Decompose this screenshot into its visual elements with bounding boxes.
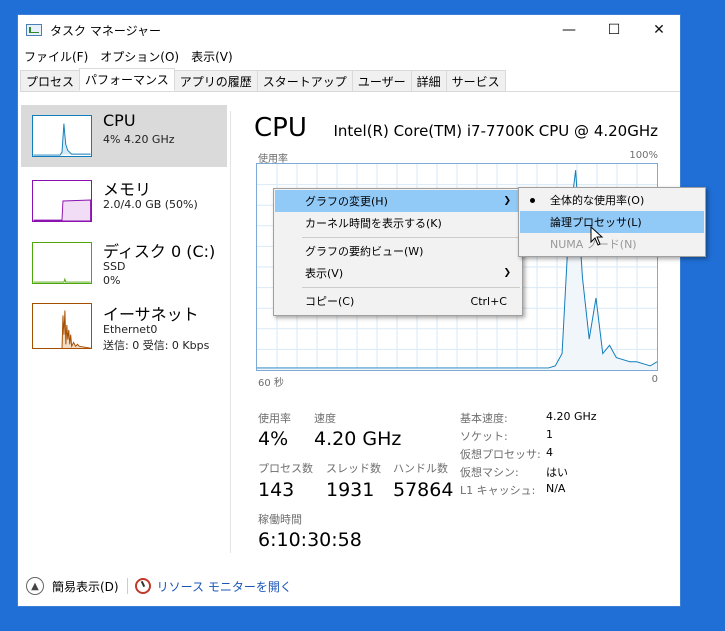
menu-view[interactable]: 表示(V) (185, 48, 239, 65)
menu-item-graph-summary-view[interactable]: グラフの要約ビュー(W) (275, 240, 521, 262)
submenu-item-logical-processors[interactable]: 論理プロセッサ(L) (520, 211, 704, 233)
menu-item-show-kernel-times-label: カーネル時間を表示する(K) (305, 217, 442, 230)
tab-performance[interactable]: パフォーマンス (79, 68, 175, 91)
chevron-up-icon[interactable]: ▲ (26, 577, 44, 595)
virtual-machine-value: はい (546, 466, 568, 479)
window-title: タスク マネージャー (50, 23, 161, 38)
menu-item-graph-summary-view-label: グラフの要約ビュー(W) (305, 245, 424, 258)
open-resource-monitor-link[interactable]: リソース モニターを開く (157, 578, 292, 595)
sidebar-item-cpu[interactable]: CPU 4% 4.20 GHz (21, 105, 227, 167)
cpu-detail-panel: CPU Intel(R) Core(TM) i7-7700K CPU @ 4.2… (254, 101, 664, 561)
sidebar-cpu-usage: 4% 4.20 GHz (103, 133, 175, 146)
speed-value: 4.20 GHz (314, 428, 402, 450)
tab-startup[interactable]: スタートアップ (256, 70, 353, 91)
menu-item-copy-shortcut: Ctrl+C (470, 294, 507, 308)
sidebar-disk-type: SSD (103, 260, 126, 273)
tab-processes[interactable]: プロセス (20, 70, 81, 91)
ethernet-thumbnail-graph (32, 303, 92, 349)
handles-value: 57864 (393, 479, 454, 501)
submenu-item-numa-nodes[interactable]: NUMA ノード(N) (520, 233, 704, 255)
task-manager-icon (26, 24, 42, 36)
sidebar-cpu-title: CPU (103, 111, 136, 130)
sockets-label: ソケット: (460, 430, 508, 443)
context-menu: グラフの変更(H) ❯ カーネル時間を表示する(K) グラフの要約ビュー(W) … (273, 188, 523, 316)
cpu-model-name: Intel(R) Core(TM) i7-7700K CPU @ 4.20GHz (333, 122, 658, 140)
menu-item-change-graph-label: グラフの変更(H) (305, 195, 388, 208)
menu-item-copy[interactable]: コピー(C) Ctrl+C (275, 290, 521, 312)
bottom-bar: ▲ 簡易表示(D) リソース モニターを開く (18, 566, 680, 606)
radio-bullet-icon (530, 197, 535, 203)
submenu-arrow-icon: ❯ (503, 268, 511, 278)
page-title: CPU (254, 113, 307, 143)
sidebar-memory-usage: 2.0/4.0 GB (50%) (103, 198, 198, 211)
menu-item-show-kernel-times[interactable]: カーネル時間を表示する(K) (275, 212, 521, 234)
uptime-label: 稼働時間 (258, 513, 302, 526)
handles-label: ハンドル数 (393, 462, 448, 475)
sidebar-disk-usage: 0% (103, 274, 121, 287)
memory-thumbnail-graph (32, 180, 92, 222)
usage-label: 使用率 (258, 412, 291, 425)
menu-bar: ファイル(F) オプション(O) 表示(V) (18, 46, 239, 66)
base-speed-label: 基本速度: (460, 412, 508, 425)
submenu-arrow-icon: ❯ (503, 196, 511, 206)
fewer-details-button[interactable]: 簡易表示(D) (52, 578, 119, 595)
title-bar[interactable]: タスク マネージャー — ☐ ✕ (18, 15, 680, 45)
panel-divider (230, 111, 231, 553)
menu-separator (302, 287, 520, 288)
menu-options[interactable]: オプション(O) (94, 48, 185, 65)
resource-monitor-icon (134, 578, 151, 594)
processes-label: プロセス数 (258, 462, 313, 475)
sockets-value: 1 (546, 428, 553, 441)
tab-bar: プロセス パフォーマンス アプリの履歴 スタートアップ ユーザー 詳細 サービス (20, 68, 680, 92)
disk-thumbnail-graph (32, 242, 92, 284)
sidebar-ethernet-throughput: 送信: 0 受信: 0 Kbps (103, 339, 210, 352)
mouse-cursor-icon (590, 226, 604, 246)
sidebar-ethernet-name: Ethernet0 (103, 323, 158, 336)
processes-value: 143 (258, 479, 295, 501)
sidebar-item-ethernet[interactable]: イーサネット Ethernet0 送信: 0 受信: 0 Kbps (21, 295, 227, 357)
threads-label: スレッド数 (326, 462, 381, 475)
menu-item-view-label: 表示(V) (305, 267, 344, 280)
l1-cache-label: L1 キャッシュ: (460, 484, 536, 497)
tab-details[interactable]: 詳細 (410, 70, 447, 91)
menu-item-copy-label: コピー(C) (305, 295, 355, 308)
cpu-thumbnail-graph (32, 115, 92, 157)
tab-users[interactable]: ユーザー (351, 70, 412, 91)
virtual-machine-label: 仮想マシン: (460, 466, 519, 479)
menu-item-view[interactable]: 表示(V) ❯ (275, 262, 521, 284)
usage-value: 4% (258, 428, 289, 450)
threads-value: 1931 (326, 479, 375, 501)
graph-time-left-label: 60 秒 (258, 378, 284, 389)
graph-time-right-label: 0 (651, 374, 658, 385)
speed-label: 速度 (314, 412, 336, 425)
menu-item-change-graph[interactable]: グラフの変更(H) ❯ (275, 190, 521, 212)
virtual-processors-value: 4 (546, 446, 553, 459)
tab-app-history[interactable]: アプリの履歴 (173, 70, 258, 91)
sidebar-item-memory[interactable]: メモリ 2.0/4.0 GB (50%) (21, 170, 227, 232)
close-button[interactable]: ✕ (636, 15, 682, 45)
l1-cache-value: N/A (546, 482, 566, 495)
resource-sidebar: CPU 4% 4.20 GHz メモリ 2.0/4.0 GB (50%) ディス… (21, 101, 227, 561)
sidebar-memory-title: メモリ (103, 180, 152, 199)
graph-max-label: 100% (629, 150, 658, 161)
menu-separator (302, 237, 520, 238)
bottom-separator (126, 578, 128, 594)
submenu-item-overall-utilization[interactable]: 全体的な使用率(O) (520, 189, 704, 211)
sidebar-item-disk[interactable]: ディスク 0 (C:) SSD 0% (21, 232, 227, 294)
tab-services[interactable]: サービス (445, 70, 506, 91)
uptime-value: 6:10:30:58 (258, 529, 362, 551)
menu-file[interactable]: ファイル(F) (18, 48, 94, 65)
virtual-processors-label: 仮想プロセッサ: (460, 448, 541, 461)
maximize-button[interactable]: ☐ (591, 15, 637, 45)
sidebar-ethernet-title: イーサネット (103, 305, 199, 324)
graph-submenu: 全体的な使用率(O) 論理プロセッサ(L) NUMA ノード(N) (518, 187, 706, 257)
sidebar-disk-title: ディスク 0 (C:) (103, 242, 216, 261)
minimize-button[interactable]: — (546, 15, 592, 45)
submenu-item-overall-utilization-label: 全体的な使用率(O) (550, 194, 645, 207)
base-speed-value: 4.20 GHz (546, 410, 597, 423)
